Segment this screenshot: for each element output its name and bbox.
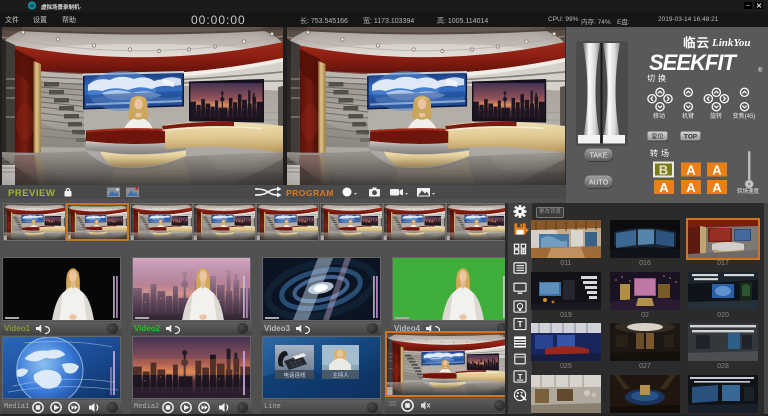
svg-text:A: A	[659, 180, 669, 195]
svg-text:T: T	[518, 372, 523, 381]
svg-text:切换: 切换	[647, 73, 669, 83]
svg-text:A: A	[712, 180, 722, 195]
svg-text:T: T	[518, 320, 523, 329]
svg-text:电话连线: 电话连线	[283, 371, 306, 379]
svg-text:复位: 复位	[651, 133, 663, 141]
svg-text:LinkYou: LinkYou	[711, 37, 751, 49]
svg-text:机臂: 机臂	[682, 112, 694, 120]
svg-text:转场: 转场	[650, 148, 672, 158]
svg-text:AUTO: AUTO	[589, 180, 609, 187]
svg-text:A: A	[712, 163, 722, 178]
svg-text:变焦(45): 变焦(45)	[733, 112, 756, 120]
svg-text:旋转: 旋转	[710, 112, 722, 120]
svg-text:B: B	[659, 163, 668, 178]
svg-text:A: A	[686, 180, 696, 195]
svg-text:临云: 临云	[683, 35, 710, 50]
svg-text:主持人: 主持人	[332, 371, 349, 379]
svg-text:®: ®	[758, 67, 763, 74]
svg-text:TAKE: TAKE	[590, 153, 608, 160]
svg-text:SEEKFIT: SEEKFIT	[649, 50, 737, 75]
svg-text:移动: 移动	[653, 112, 665, 120]
svg-text:TOP: TOP	[684, 134, 698, 141]
svg-text:转场速度: 转场速度	[737, 187, 760, 195]
svg-text:A: A	[686, 163, 696, 178]
